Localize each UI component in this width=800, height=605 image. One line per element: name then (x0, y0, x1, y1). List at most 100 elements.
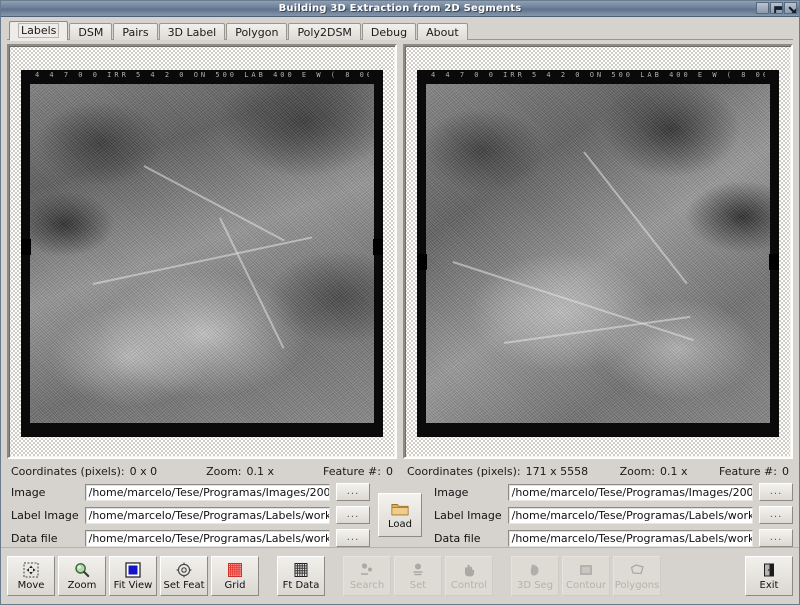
right-data-file-browse-button[interactable]: ... (759, 529, 793, 547)
left-coordinates-value: 0 x 0 (129, 465, 158, 478)
tab-labels[interactable]: Labels (9, 21, 69, 41)
right-image-viewer[interactable]: 4 4 7 0 0 IRR 5 4 2 0 ON 500 LAB 400 E W… (403, 44, 793, 459)
grid-button[interactable]: Grid (211, 556, 259, 596)
polygons-button[interactable]: Polygons (613, 556, 661, 596)
minimize-icon (757, 3, 769, 14)
search-button[interactable]: Search (343, 556, 391, 596)
set-point-icon (413, 563, 423, 576)
left-aerial-photo[interactable]: 4 4 7 0 0 IRR 5 4 2 0 ON 500 LAB 400 E W… (21, 70, 383, 437)
contour-button-label: Contour (566, 580, 606, 591)
set-feat-button-label: Set Feat (163, 580, 205, 591)
control-button[interactable]: Control (445, 556, 493, 596)
right-aerial-photo[interactable]: 4 4 7 0 0 IRR 5 4 2 0 ON 500 LAB 400 E W… (417, 70, 779, 437)
tab-debug[interactable]: Debug (361, 23, 417, 40)
left-data-file-browse-button[interactable]: ... (336, 529, 370, 547)
right-photo-frame-bottom (417, 423, 779, 437)
target-icon (176, 562, 192, 578)
left-photo-grain (21, 70, 383, 437)
left-data-file-input[interactable]: /home/marcelo/Tese/Programas/Labels/work… (84, 529, 330, 547)
left-image-browse-button[interactable]: ... (336, 483, 370, 501)
set-button[interactable]: Set (394, 556, 442, 596)
segment-icon (530, 564, 539, 576)
tab-dsm[interactable]: DSM (69, 23, 113, 40)
load-button-label: Load (388, 519, 412, 530)
tab-content-labels: 4 4 7 0 0 IRR 5 4 2 0 ON 500 LAB 400 E W… (1, 40, 799, 604)
ft-data-button-label: Ft Data (282, 580, 320, 591)
exit-button[interactable]: Exit (745, 556, 793, 596)
file-forms-row: Image /home/marcelo/Tese/Programas/Image… (7, 483, 793, 547)
move-button[interactable]: Move (7, 556, 55, 596)
left-photo-fiducial-text: 4 4 7 0 0 IRR 5 4 2 0 ON 500 LAB 400 E W… (35, 71, 369, 79)
close-button[interactable] (784, 2, 797, 14)
polygons-button-label: Polygons (614, 580, 660, 591)
toolbar-group-matching: Search Set Control (343, 556, 493, 596)
left-label-image-input[interactable]: /home/marcelo/Tese/Programas/Labels/work… (84, 506, 330, 524)
title-bar: Building 3D Extraction from 2D Segments (1, 1, 799, 17)
right-label-image-input[interactable]: /home/marcelo/Tese/Programas/Labels/work… (507, 506, 753, 524)
maximize-button[interactable] (770, 2, 783, 14)
zoom-button[interactable]: Zoom (58, 556, 106, 596)
tab-3d-label[interactable]: 3D Label (158, 23, 226, 40)
tab-3d-label-label: 3D Label (167, 26, 217, 39)
minimize-button[interactable] (756, 2, 769, 14)
contour-button[interactable]: Contour (562, 556, 610, 596)
tab-polygon-label: Polygon (235, 26, 279, 39)
right-data-file-input[interactable]: /home/marcelo/Tese/Programas/Labels/work… (507, 529, 753, 547)
set-feat-button[interactable]: Set Feat (160, 556, 208, 596)
toolbar-group-navigation: Move Zoom Fit View Set Feat Grid (7, 556, 259, 596)
tab-polygon[interactable]: Polygon (226, 23, 288, 40)
left-data-file-label: Data file (11, 531, 58, 545)
fit-view-button-label: Fit View (113, 580, 153, 591)
right-file-form: Image /home/marcelo/Tese/Programas/Image… (430, 483, 793, 547)
control-button-label: Control (450, 580, 488, 591)
toolbar-group-exit: Exit (745, 556, 793, 596)
load-button[interactable]: Load (378, 493, 422, 537)
right-image-browse-button[interactable]: ... (759, 483, 793, 501)
3d-seg-button[interactable]: 3D Seg (511, 556, 559, 596)
left-label-image-browse-button[interactable]: ... (336, 506, 370, 524)
close-icon (788, 6, 796, 13)
tab-poly2dsm[interactable]: Poly2DSM (288, 23, 361, 40)
search-points-icon (361, 563, 372, 575)
contour-icon (580, 565, 592, 575)
status-row: Coordinates (pixels): 0 x 0 Zoom: 0.1 x … (7, 464, 793, 479)
left-zoom-value: 0.1 x (246, 465, 275, 478)
polygon-icon (630, 564, 644, 575)
bottom-toolbar: Move Zoom Fit View Set Feat Grid Ft Data… (1, 547, 799, 604)
right-photo-fiducial-notch-right (769, 253, 779, 270)
right-feature-label: Feature #: (718, 465, 777, 478)
right-image-input[interactable]: /home/marcelo/Tese/Programas/Images/2000… (507, 483, 753, 501)
left-feature-value: 0 (385, 465, 393, 478)
right-coordinates-label: Coordinates (pixels): (407, 465, 521, 478)
ft-data-button[interactable]: Ft Data (277, 556, 325, 596)
left-image-label: Image (11, 485, 46, 499)
tab-pairs[interactable]: Pairs (113, 23, 158, 40)
right-feature-value: 0 (781, 465, 789, 478)
right-zoom-value: 0.1 x (660, 465, 688, 478)
table-grid-icon (294, 563, 308, 577)
left-zoom-label: Zoom: (206, 465, 242, 478)
left-photo-fiducial-notch-left (21, 238, 31, 255)
left-coordinates-label: Coordinates (pixels): (11, 465, 125, 478)
move-arrows-icon (23, 562, 39, 578)
tab-labels-label: Labels (18, 23, 60, 38)
left-feature-label: Feature #: (322, 465, 381, 478)
left-image-viewer[interactable]: 4 4 7 0 0 IRR 5 4 2 0 ON 500 LAB 400 E W… (7, 44, 397, 459)
left-photo-fiducial-notch-right (373, 238, 383, 255)
grid-button-label: Grid (224, 580, 246, 591)
tab-poly2dsm-label: Poly2DSM (297, 26, 352, 39)
right-zoom-label: Zoom: (619, 465, 655, 478)
right-photo-fiducial-notch-left (417, 253, 427, 270)
right-coordinates-value: 171 x 5558 (525, 465, 589, 478)
tab-about[interactable]: About (417, 23, 468, 40)
move-button-label: Move (17, 580, 45, 591)
left-image-input[interactable]: /home/marcelo/Tese/Programas/Images/2000… (84, 483, 330, 501)
fit-view-button[interactable]: Fit View (109, 556, 157, 596)
tab-debug-label: Debug (370, 26, 408, 39)
left-status-bar: Coordinates (pixels): 0 x 0 Zoom: 0.1 x … (7, 464, 397, 479)
image-viewer-row: 4 4 7 0 0 IRR 5 4 2 0 ON 500 LAB 400 E W… (7, 44, 793, 459)
right-label-image-browse-button[interactable]: ... (759, 506, 793, 524)
red-grid-icon (228, 563, 242, 577)
right-data-file-label: Data file (434, 531, 481, 545)
left-photo-frame-bottom (21, 423, 383, 437)
